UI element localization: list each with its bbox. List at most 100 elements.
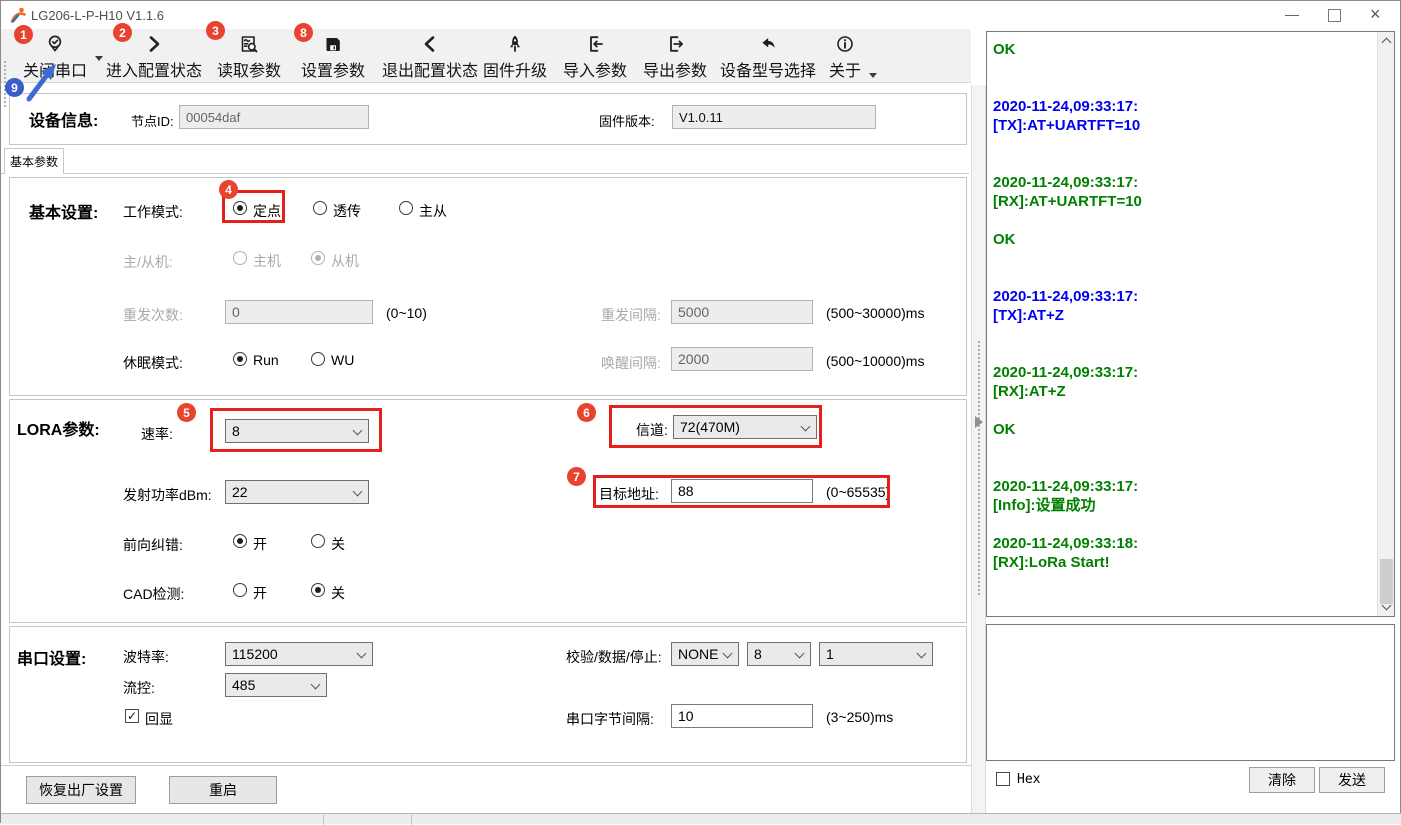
work-mode-radio-master-slave[interactable] (399, 201, 413, 215)
toolbar-label: 导出参数 (643, 57, 707, 81)
master-option-label: 主机 (253, 251, 281, 271)
resend-interval-label: 重发间隔: (601, 305, 661, 325)
byte-interval-field[interactable]: 10 (671, 704, 813, 728)
work-mode-option-label[interactable]: 透传 (333, 201, 361, 221)
import-icon (585, 33, 605, 55)
tab-basic-params[interactable]: 基本参数 (4, 148, 64, 174)
work-mode-option-label[interactable]: 主从 (419, 201, 447, 221)
annotation-badge-1: 1 (14, 25, 33, 44)
send-button[interactable]: 发送 (1319, 767, 1385, 793)
hex-checkbox[interactable] (996, 772, 1010, 786)
minimize-icon[interactable] (1285, 15, 1299, 16)
tab-strip-line (1, 173, 969, 174)
cad-option-label[interactable]: 开 (253, 583, 267, 603)
slave-option-label: 从机 (331, 251, 359, 271)
reboot-button[interactable]: 重启 (169, 776, 277, 804)
echo-checkbox[interactable] (125, 709, 139, 723)
stopbits-select[interactable]: 1 (819, 642, 933, 666)
wake-interval-hint: (500~10000)ms (826, 353, 924, 369)
node-id-field[interactable]: 00054daf (179, 105, 369, 129)
resend-times-field: 0 (225, 300, 373, 324)
scroll-up-icon[interactable] (1382, 38, 1392, 48)
log-line (993, 59, 1142, 78)
send-input-area[interactable] (986, 624, 1395, 761)
firmware-upgrade-button[interactable]: 固件升级 (479, 33, 551, 81)
resend-times-hint: (0~10) (386, 305, 427, 321)
baud-select[interactable]: 115200 (225, 642, 373, 666)
log-line (993, 211, 1142, 230)
resend-times-label: 重发次数: (123, 305, 183, 325)
log-line: [RX]:AT+UARTFT=10 (993, 192, 1142, 211)
work-mode-radio-transparent[interactable] (313, 201, 327, 215)
dropdown-caret-icon[interactable] (95, 56, 103, 61)
log-output-area[interactable]: OK2020-11-24,09:33:17:[TX]:AT+UARTFT=102… (986, 31, 1395, 617)
export-params-button[interactable]: 导出参数 (639, 33, 711, 81)
log-line: 2020-11-24,09:33:17: (993, 287, 1142, 306)
firmware-version-label: 固件版本: (599, 111, 655, 130)
splitter-collapse-icon[interactable] (975, 416, 983, 428)
fec-option-label[interactable]: 关 (331, 534, 345, 554)
chevron-down-icon (723, 649, 733, 659)
highlight-box-channel (609, 405, 822, 448)
read-params-icon (239, 33, 259, 55)
undo-icon (758, 33, 778, 55)
sleep-mode-radio-wu[interactable] (311, 352, 325, 366)
annotation-badge-5: 5 (177, 403, 196, 422)
clear-button[interactable]: 清除 (1249, 767, 1315, 793)
work-mode-label: 工作模式: (123, 202, 183, 222)
basic-settings-title: 基本设置: (29, 199, 98, 223)
scrollbar-thumb[interactable] (1380, 559, 1393, 604)
lora-params-title: LORA参数: (17, 416, 100, 440)
footer-separator (1, 765, 971, 766)
import-params-button[interactable]: 导入参数 (559, 33, 631, 81)
chevron-left-icon (420, 33, 440, 55)
flow-control-value: 485 (232, 677, 255, 693)
databits-select[interactable]: 8 (747, 642, 811, 666)
wake-interval-field: 2000 (671, 347, 813, 371)
factory-reset-button[interactable]: 恢复出厂设置 (26, 776, 136, 804)
chevron-down-icon (311, 680, 321, 690)
status-divider (323, 815, 324, 825)
app-window: LG206-L-P-H10 V1.1.6 × 关闭串口 进入配置状态 (0, 0, 1401, 823)
toolbar-label: 关于 (829, 57, 861, 81)
close-icon[interactable]: × (1370, 4, 1381, 24)
maximize-icon[interactable] (1328, 9, 1341, 22)
highlight-box-rate (210, 408, 382, 452)
databits-value: 8 (754, 646, 762, 662)
chevron-down-icon (353, 487, 363, 497)
chevron-down-icon (795, 649, 805, 659)
panel-splitter[interactable] (971, 85, 986, 824)
exit-config-button[interactable]: 退出配置状态 (381, 33, 479, 81)
log-line (993, 401, 1142, 420)
fec-radio-off[interactable] (311, 534, 325, 548)
log-line: 2020-11-24,09:33:17: (993, 363, 1142, 382)
fec-option-label[interactable]: 开 (253, 534, 267, 554)
status-divider (411, 815, 412, 825)
toolbar-label: 导入参数 (563, 57, 627, 81)
firmware-version-field[interactable]: V1.0.11 (672, 105, 876, 129)
sleep-mode-option-label[interactable]: Run (253, 352, 279, 368)
about-button[interactable]: 关于 (825, 33, 865, 81)
parity-select[interactable]: NONE (671, 642, 739, 666)
cad-radio-off[interactable] (311, 583, 325, 597)
device-model-select-button[interactable]: 设备型号选择 (719, 33, 817, 81)
annotation-badge-7: 7 (567, 467, 586, 486)
splitter-grip (978, 341, 980, 595)
cad-radio-on[interactable] (233, 583, 247, 597)
dropdown-caret-icon[interactable] (869, 73, 877, 78)
tx-power-select[interactable]: 22 (225, 480, 369, 504)
sleep-mode-option-label[interactable]: WU (331, 352, 354, 368)
sleep-mode-radio-run[interactable] (233, 352, 247, 366)
read-params-button[interactable]: 读取参数 (213, 33, 285, 81)
log-line: OK (993, 230, 1142, 249)
byte-interval-hint: (3~250)ms (826, 709, 893, 725)
serial-settings-title: 串口设置: (17, 645, 86, 669)
fec-radio-on[interactable] (233, 534, 247, 548)
cad-option-label[interactable]: 关 (331, 583, 345, 603)
flow-control-select[interactable]: 485 (225, 673, 327, 697)
byte-interval-label: 串口字节间隔: (566, 709, 654, 729)
master-radio (233, 251, 247, 265)
toolbar-label: 设置参数 (301, 57, 365, 81)
chevron-down-icon (357, 649, 367, 659)
log-scrollbar[interactable] (1377, 32, 1394, 616)
